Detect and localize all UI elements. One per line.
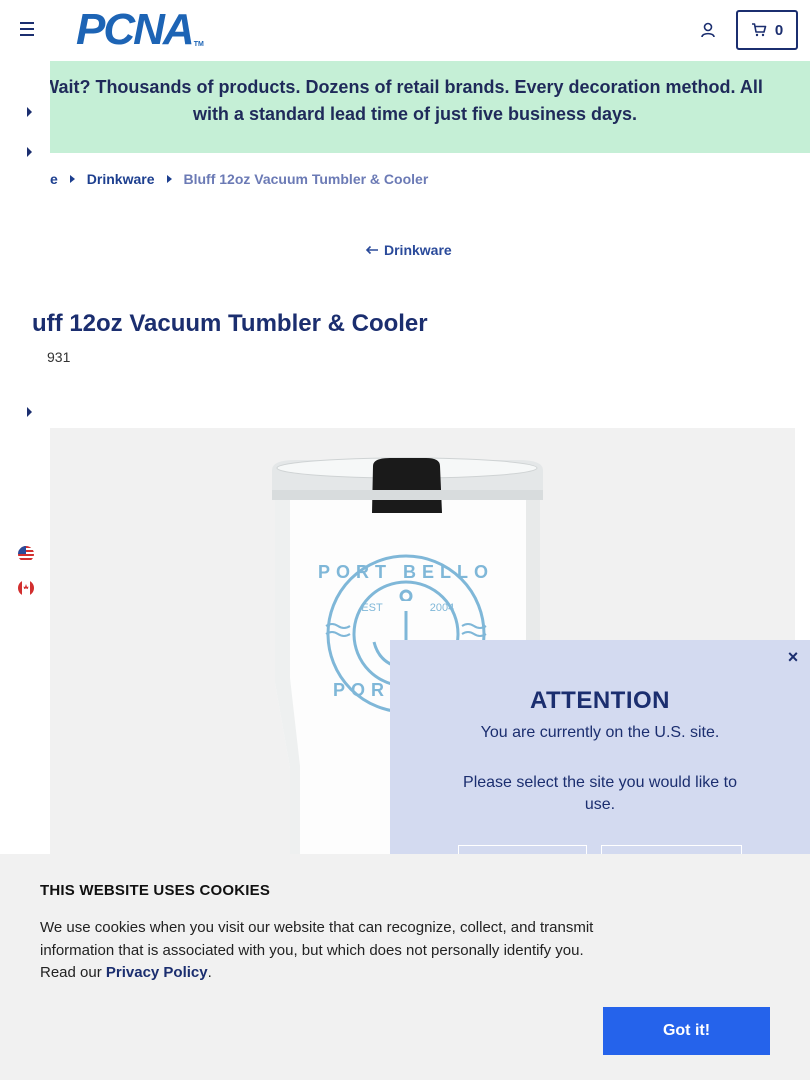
rail-expand-icon[interactable] [27,147,32,157]
breadcrumb-current: Bluff 12oz Vacuum Tumbler & Cooler [183,171,429,187]
breadcrumb-drinkware[interactable]: Drinkware [87,171,155,187]
promo-text: y Wait? Thousands of products. Dozens of… [0,74,810,128]
cookie-accept-button[interactable]: Got it! [603,1007,770,1055]
promo-banner: y Wait? Thousands of products. Dozens of… [0,61,810,153]
account-icon[interactable] [699,21,717,39]
cart-button[interactable]: 0 [736,10,798,50]
rail-expand-icon[interactable] [27,107,32,117]
rail-expand-icon[interactable] [27,407,32,417]
attention-message: You are currently on the U.S. site. [480,724,720,741]
site-selector-modal: ATTENTION You are currently on the U.S. … [390,640,810,857]
cart-icon [751,23,767,37]
attention-title: ATTENTION [529,687,671,714]
left-rail [0,61,50,854]
breadcrumb-separator-icon [166,175,172,183]
back-to-category-link[interactable]: Drinkware [365,242,452,258]
cookie-title: THIS WEBSITE USES COOKIES [40,882,271,899]
logo-text: PCNA [76,5,195,54]
cookie-banner: THIS WEBSITE USES COOKIES We use cookies… [0,854,810,1080]
menu-icon[interactable] [20,22,36,38]
logo-trademark: TM [193,41,204,48]
breadcrumb-separator-icon [69,175,75,183]
print-text-year: 2004 [430,602,454,614]
cart-count: 0 [774,21,784,39]
print-text-top: PORT BELLO [318,562,494,582]
breadcrumb: e Drinkware Bluff 12oz Vacuum Tumbler & … [50,170,428,188]
cookie-text: We use cookies when you visit our websit… [40,917,600,985]
product-sku: 931 [47,349,71,365]
site-header: PCNA TM 0 [0,0,810,61]
privacy-policy-link[interactable]: Privacy Policy [106,964,208,981]
pcna-logo[interactable]: PCNA TM [76,5,204,54]
print-text-est: EST [361,602,383,614]
attention-prompt: Please select the site you would like to… [463,774,737,813]
cookie-period: . [207,964,212,981]
canada-flag-icon[interactable] [18,580,34,596]
arrow-left-icon [365,245,378,255]
breadcrumb-home[interactable]: e [50,171,58,187]
promo-line-1: y Wait? Thousands of products. Dozens of… [27,77,763,97]
promo-line-2: with a standard lead time of just five b… [192,104,638,124]
us-flag-icon[interactable] [18,546,34,562]
close-icon[interactable]: × [784,648,802,666]
back-link-label: Drinkware [384,242,452,258]
product-title: uff 12oz Vacuum Tumbler & Cooler [32,310,428,337]
